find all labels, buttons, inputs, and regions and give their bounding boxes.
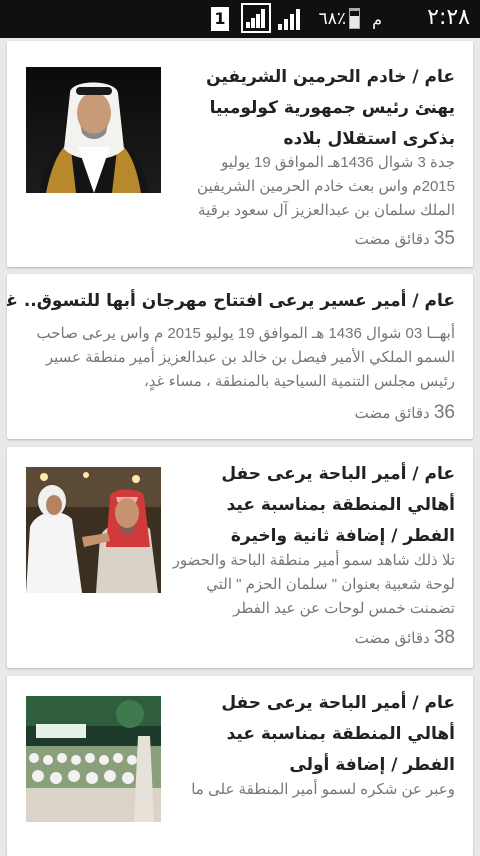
news-card[interactable]: عام / خادم الحرمين الشريفين يهنئ رئيس جم… bbox=[7, 41, 473, 267]
article-timestamp: 35 دقائق مضت bbox=[355, 228, 455, 250]
article-time-label: دقائق مضت bbox=[354, 231, 430, 248]
article-time-number: 35 bbox=[433, 228, 455, 249]
article-time-label: دقائق مضت bbox=[354, 405, 430, 422]
battery-icon bbox=[349, 8, 360, 29]
news-card[interactable]: عام / أمير الباحة يرعى حفل أهالي المنطقة… bbox=[7, 447, 473, 668]
crowd-photo-icon bbox=[26, 696, 161, 822]
portrait-photo-icon bbox=[26, 67, 161, 193]
article-timestamp: 36 دقائق مضت bbox=[355, 402, 455, 424]
article-thumbnail[interactable] bbox=[26, 696, 161, 822]
article-summary: جدة 3 شوال 1436هـ الموافق 19 يوليو 2015م… bbox=[197, 154, 455, 219]
article-summary: تلا ذلك شاهد سمو أمير منطقة الباحة والحض… bbox=[172, 552, 455, 617]
article-summary: وعبر عن شكره لسمو أمير المنطقة على ما bbox=[191, 781, 455, 798]
news-card[interactable]: عام / أمير عسير يرعى افتتاح مهرجان أبها … bbox=[7, 274, 473, 439]
event-photo-icon bbox=[26, 467, 161, 593]
battery-percent: ٦٨٪ bbox=[318, 9, 346, 29]
article-time-label: دقائق مضت bbox=[354, 630, 430, 647]
article-title: عام / أمير الباحة يرعى حفل أهالي المنطقة… bbox=[221, 464, 455, 546]
signal-strength-icon bbox=[278, 9, 300, 30]
signal-strength-selected-icon bbox=[241, 3, 271, 33]
article-title: عام / أمير عسير يرعى افتتاح مهرجان أبها … bbox=[7, 291, 455, 311]
sim-slot-icon: 1 bbox=[211, 7, 229, 31]
article-summary: أبهــا 03 شوال 1436 هـ الموافق 19 يوليو … bbox=[36, 325, 455, 390]
status-bar: ٢:٢٨ م ٦٨٪ 1 bbox=[0, 0, 480, 38]
article-title: عام / خادم الحرمين الشريفين يهنئ رئيس جم… bbox=[206, 67, 455, 149]
article-timestamp: 38 دقائق مضت bbox=[355, 627, 455, 649]
article-thumbnail[interactable] bbox=[26, 67, 161, 193]
article-time-number: 36 bbox=[433, 402, 455, 423]
article-title: عام / أمير الباحة يرعى حفل أهالي المنطقة… bbox=[221, 693, 455, 775]
news-card[interactable]: عام / أمير الباحة يرعى حفل أهالي المنطقة… bbox=[7, 676, 473, 856]
clock-period: م bbox=[372, 10, 382, 29]
article-thumbnail[interactable] bbox=[26, 467, 161, 593]
battery-level bbox=[350, 16, 359, 28]
clock: ٢:٢٨ bbox=[427, 5, 470, 30]
article-time-number: 38 bbox=[433, 627, 455, 648]
